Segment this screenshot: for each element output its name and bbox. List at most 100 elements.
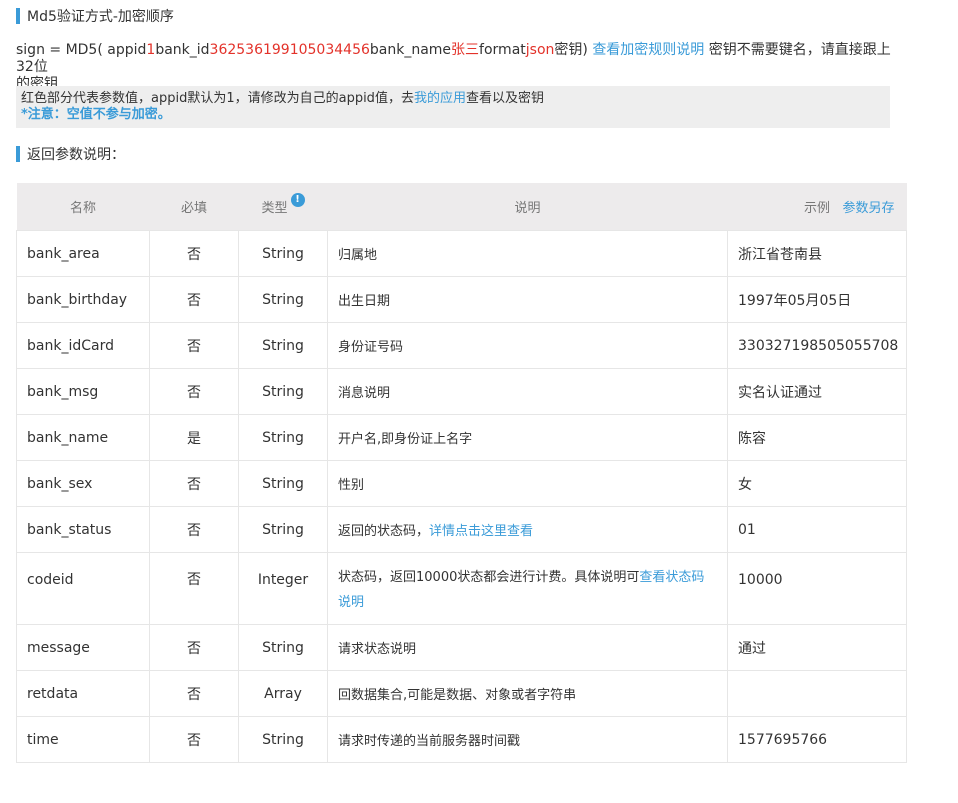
info-icon[interactable]: ! xyxy=(290,193,305,207)
save-params-link[interactable]: 参数另存 xyxy=(842,197,894,216)
notice-text-before: 红色部分代表参数值，appid默认为1，请修改为自己的appid值，去 xyxy=(21,91,414,106)
param-type-cell-text: String xyxy=(262,245,304,262)
param-name-cell-text: bank_name xyxy=(27,429,109,446)
param-name-cell: bank_name xyxy=(16,414,150,461)
encryption-rule-link[interactable]: 查看加密规则说明 xyxy=(592,42,704,58)
param-desc-cell-text: 归属地 xyxy=(338,248,378,263)
param-example-cell-text: 330327198505055708 xyxy=(738,337,899,354)
param-desc-cell: 返回的状态码，详情点击这里查看 xyxy=(327,506,728,553)
header-type: 类型! xyxy=(238,183,328,231)
param-desc-cell-text: 开户名,即身份证上名字 xyxy=(338,432,473,447)
param-name-cell-text: bank_birthday xyxy=(27,291,128,308)
param-type-cell: String xyxy=(238,716,328,763)
format-key: format xyxy=(479,42,526,58)
param-example-cell-text: 陈容 xyxy=(738,430,766,447)
param-name-cell-text: bank_area xyxy=(27,245,100,262)
param-type-cell-text: Integer xyxy=(257,572,309,588)
header-example-label: 示例 xyxy=(803,201,830,216)
return-params-table: 名称 必填 类型! 说明 示例 参数另存 bank_area 否 String 归属地… xyxy=(16,183,907,763)
header-desc: 说明 xyxy=(327,183,728,231)
param-type-cell: String xyxy=(238,322,328,369)
param-required-cell: 否 xyxy=(149,230,239,277)
param-type-cell: Integer xyxy=(238,552,328,625)
param-name-cell-text: time xyxy=(27,731,59,748)
param-example-cell: 1997年05月05日 xyxy=(727,276,907,323)
param-desc-cell-text: 回数据集合,可能是数据、对象或者字符串 xyxy=(338,688,577,703)
table-row: retdata 否 Array 回数据集合,可能是数据、对象或者字符串 xyxy=(16,670,907,717)
param-example-cell-text: 实名认证通过 xyxy=(738,384,822,401)
param-required-cell-text: 否 xyxy=(187,522,201,539)
section-accent-bar xyxy=(16,8,20,24)
param-example-cell-text: 01 xyxy=(738,521,756,538)
param-example-cell: 陈容 xyxy=(727,414,907,461)
param-name-cell-text: bank_sex xyxy=(27,475,93,492)
table-row: bank_msg 否 String 消息说明 实名认证通过 xyxy=(16,368,907,415)
param-example-cell-text: 浙江省苍南县 xyxy=(738,246,822,263)
notice-box: 红色部分代表参数值，appid默认为1，请修改为自己的appid值，去我的应用查… xyxy=(16,86,890,128)
param-desc-cell: 性别 xyxy=(327,460,728,507)
param-type-cell-text: String xyxy=(262,639,304,656)
param-type-cell-text: String xyxy=(262,521,304,538)
desc-detail-link[interactable]: 详情点击这里查看 xyxy=(429,524,533,539)
md5-section-title-text: Md5验证方式-加密顺序 xyxy=(27,9,174,25)
param-required-cell: 否 xyxy=(149,322,239,369)
param-desc-cell: 状态码，返回10000状态都会进行计费。具体说明可查看状态码说明 xyxy=(327,552,728,625)
param-example-cell: 女 xyxy=(727,460,907,507)
param-required-cell: 否 xyxy=(149,716,239,763)
notice-text: 红色部分代表参数值，appid默认为1，请修改为自己的appid值，去我的应用查… xyxy=(21,91,890,107)
return-section-title: 返回参数说明： xyxy=(16,144,125,164)
param-type-cell: Array xyxy=(238,670,328,717)
param-example-cell: 1577695766 xyxy=(727,716,907,763)
appid-value: 1 xyxy=(146,42,156,58)
param-desc-cell-text: 状态码，返回10000状态都会进行计费。具体说明可 xyxy=(338,570,640,585)
param-example-cell-text: 1577695766 xyxy=(738,731,828,748)
param-desc-cell: 回数据集合,可能是数据、对象或者字符串 xyxy=(327,670,728,717)
param-name-cell-text: codeid xyxy=(27,572,74,588)
param-desc-cell: 归属地 xyxy=(327,230,728,277)
header-name: 名称 xyxy=(16,183,150,231)
return-section-title-text: 返回参数说明： xyxy=(27,147,125,163)
param-type-cell-text: String xyxy=(262,429,304,446)
param-desc-cell: 消息说明 xyxy=(327,368,728,415)
param-name-cell: message xyxy=(16,624,150,671)
param-name-cell: codeid xyxy=(16,552,150,625)
table-row: time 否 String 请求时传递的当前服务器时间戳 1577695766 xyxy=(16,716,907,763)
my-apps-link[interactable]: 我的应用 xyxy=(414,91,466,106)
param-type-cell-text: Array xyxy=(264,685,302,702)
param-required-cell-text: 否 xyxy=(187,476,201,493)
param-desc-cell-text: 出生日期 xyxy=(338,294,391,309)
param-required-cell: 否 xyxy=(149,624,239,671)
param-name-cell-text: bank_status xyxy=(27,521,112,538)
table-row: bank_area 否 String 归属地 浙江省苍南县 xyxy=(16,230,907,277)
param-example-cell: 330327198505055708 xyxy=(727,322,907,369)
param-required-cell: 否 xyxy=(149,506,239,553)
param-name-cell: time xyxy=(16,716,150,763)
param-type-cell: String xyxy=(238,230,328,277)
param-type-cell: String xyxy=(238,368,328,415)
param-name-cell: bank_idCard xyxy=(16,322,150,369)
table-row: bank_status 否 String 返回的状态码，详情点击这里查看 01 xyxy=(16,506,907,553)
param-desc-cell-text: 请求状态说明 xyxy=(338,642,417,657)
param-name-cell: retdata xyxy=(16,670,150,717)
param-desc-cell: 请求时传递的当前服务器时间戳 xyxy=(327,716,728,763)
param-example-cell-text: 10000 xyxy=(738,572,783,588)
param-type-cell-text: String xyxy=(262,475,304,492)
param-required-cell-text: 否 xyxy=(187,292,201,309)
param-desc-cell: 出生日期 xyxy=(327,276,728,323)
param-example-cell: 浙江省苍南县 xyxy=(727,230,907,277)
param-required-cell-text: 否 xyxy=(187,686,201,703)
param-desc-cell-text: 身份证号码 xyxy=(338,340,404,355)
param-example-cell: 10000 xyxy=(727,552,907,625)
md5-section-title: Md5验证方式-加密顺序 xyxy=(16,6,174,26)
param-example-cell-text: 女 xyxy=(738,476,752,493)
sign-prefix: sign = MD5( appid xyxy=(16,42,147,58)
param-example-cell: 01 xyxy=(727,506,907,553)
param-required-cell-text: 是 xyxy=(187,430,201,447)
param-required-cell: 否 xyxy=(149,670,239,717)
param-name-cell: bank_sex xyxy=(16,460,150,507)
param-example-cell: 实名认证通过 xyxy=(727,368,907,415)
bank-name-value: 张三 xyxy=(451,42,480,58)
param-example-cell-text: 1997年05月05日 xyxy=(738,292,852,309)
param-type-cell: String xyxy=(238,624,328,671)
param-type-cell-text: String xyxy=(262,337,304,354)
